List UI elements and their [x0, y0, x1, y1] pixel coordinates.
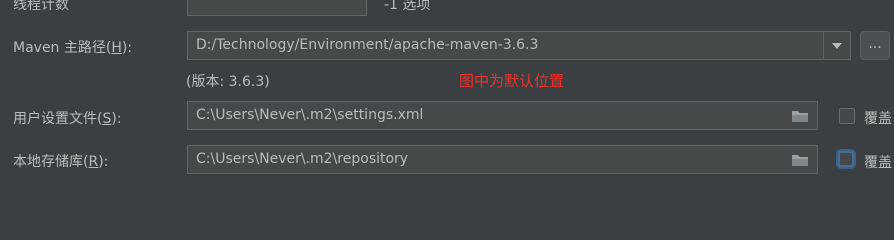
maven-version-text: (版本: 3.6.3): [186, 74, 270, 90]
maven-settings-panel: 线程计数 -1 选项 Maven 主路径(H): D:/Technology/E…: [0, 0, 894, 229]
thread-count-input[interactable]: [187, 0, 367, 16]
folder-icon[interactable]: [792, 110, 808, 122]
maven-home-browse-button[interactable]: ...: [860, 31, 890, 60]
user-settings-override-checkbox[interactable]: [839, 108, 855, 124]
chevron-down-icon: [832, 43, 842, 49]
local-repo-override-checkbox[interactable]: [838, 151, 854, 167]
user-settings-value: C:\Users\Never\.m2\settings.xml: [196, 107, 424, 123]
maven-home-combobox[interactable]: D:/Technology/Environment/apache-maven-3…: [187, 31, 851, 60]
local-repo-override-label: 覆盖: [864, 155, 892, 171]
annotation-note: 图中为默认位置: [459, 72, 565, 90]
thread-count-hint: -1 选项: [384, 0, 431, 13]
user-settings-input[interactable]: C:\Users\Never\.m2\settings.xml: [187, 101, 818, 130]
thread-count-label: 线程计数: [13, 0, 69, 13]
maven-home-label: Maven 主路径(H):: [13, 40, 133, 56]
local-repo-input[interactable]: C:\Users\Never\.m2\repository: [187, 145, 818, 174]
local-repo-value: C:\Users\Never\.m2\repository: [196, 151, 409, 167]
local-repo-label: 本地存储库(R):: [13, 154, 109, 170]
user-settings-label: 用户设置文件(S):: [13, 111, 122, 127]
maven-home-value: D:/Technology/Environment/apache-maven-3…: [196, 37, 539, 53]
folder-icon[interactable]: [792, 154, 808, 166]
user-settings-override-label: 覆盖: [864, 111, 892, 127]
maven-home-dropdown-button[interactable]: [823, 32, 850, 59]
